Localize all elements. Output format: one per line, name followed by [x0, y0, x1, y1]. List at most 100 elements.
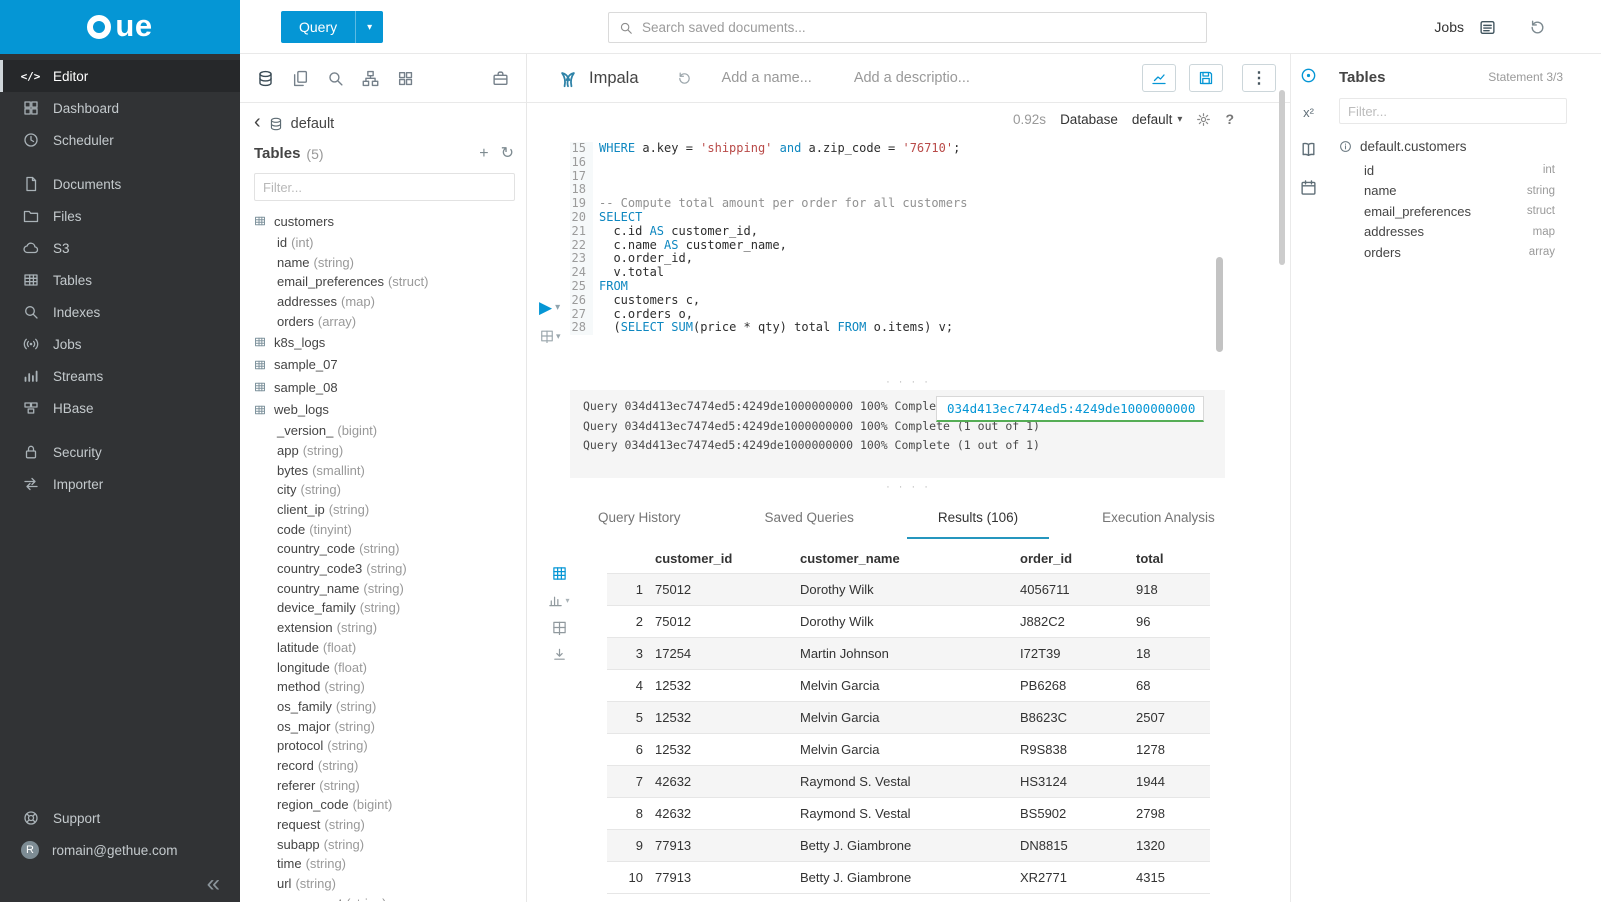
new-query-button[interactable]: Query ▾ [281, 11, 383, 43]
column-item-record[interactable]: record(string) [254, 756, 514, 776]
column-item-url[interactable]: url(string) [254, 874, 514, 894]
query-id-tooltip[interactable]: 034d413ec7474ed5:4249de1000000000 [936, 396, 1204, 422]
sidebar-item-scheduler[interactable]: Scheduler [0, 124, 240, 156]
table-row[interactable]: 1077913Betty J. GiambroneXR27714315 [607, 862, 1210, 894]
global-search-bar[interactable] [608, 12, 1207, 43]
sidebar-item-tables[interactable]: Tables [0, 264, 240, 296]
editor-scrollbar[interactable] [1216, 257, 1223, 352]
sidebar-item-files[interactable]: Files [0, 200, 240, 232]
table-item-customers[interactable]: customers [254, 210, 514, 233]
column-item-referer[interactable]: referer(string) [254, 775, 514, 795]
add-table-icon[interactable]: + [479, 146, 488, 162]
column-item-orders[interactable]: orders(array) [254, 311, 514, 331]
column-item-request[interactable]: request(string) [254, 815, 514, 835]
column-item-longitude[interactable]: longitude(float) [254, 657, 514, 677]
query-name-input[interactable]: Add a name... [722, 70, 812, 86]
save-button[interactable] [1189, 64, 1223, 92]
refresh-tables-icon[interactable]: ↻ [501, 146, 514, 162]
column-item-user-agent[interactable]: user_agent(string) [254, 893, 514, 901]
sidebar-item-dashboard[interactable]: Dashboard [0, 92, 240, 124]
column-item-city[interactable]: city(string) [254, 480, 514, 500]
sql-editor[interactable]: ▶ ▾ ▾ 15WHERE a.key = 'shipping' and a.z… [527, 135, 1290, 373]
history-icon[interactable] [1529, 19, 1546, 36]
language-reference-icon[interactable] [1300, 141, 1317, 158]
column-header-customer-id[interactable]: customer_id [649, 543, 794, 574]
sidebar-item-jobs[interactable]: Jobs [0, 328, 240, 360]
tab-execution-analysis[interactable]: Execution Analysis [1071, 510, 1246, 539]
database-select[interactable]: default ▾ [1132, 112, 1183, 127]
column-item-email-preferences[interactable]: email_preferences(struct) [254, 272, 514, 292]
column-item-region-code[interactable]: region_code(bigint) [254, 795, 514, 815]
column-item-app[interactable]: app(string) [254, 441, 514, 461]
chart-view-icon[interactable]: ▾ [548, 593, 569, 608]
column-item-latitude[interactable]: latitude(float) [254, 638, 514, 658]
download-results-icon[interactable] [552, 647, 567, 662]
right-column-item-orders[interactable]: ordersarray [1326, 242, 1601, 263]
sidebar-item-support[interactable]: Support [0, 802, 240, 834]
jobs-list-icon[interactable] [1479, 19, 1496, 36]
table-item-k8s-logs[interactable]: k8s_logs [254, 331, 514, 354]
main-scrollbar[interactable] [1279, 90, 1285, 265]
right-column-item-name[interactable]: namestring [1326, 181, 1601, 202]
functions-icon[interactable]: x² [1303, 105, 1314, 120]
query-description-input[interactable]: Add a descriptio... [854, 70, 972, 86]
table-item-sample-08[interactable]: sample_08 [254, 376, 514, 399]
execute-options-caret-icon[interactable]: ▾ [555, 302, 560, 313]
table-row[interactable]: 512532Melvin GarciaB8623C2507 [607, 702, 1210, 734]
table-item-web-logs[interactable]: web_logs [254, 398, 514, 421]
back-chevron-icon[interactable]: ‹ [254, 112, 261, 132]
sidebar-item-security[interactable]: Security [0, 436, 240, 468]
table-item-sample-07[interactable]: sample_07 [254, 353, 514, 376]
column-item-method[interactable]: method(string) [254, 677, 514, 697]
tab-results-106[interactable]: Results (106) [907, 510, 1049, 539]
resize-handle-top[interactable] [527, 373, 1290, 390]
table-row[interactable]: 977913Betty J. GiambroneDN88151320 [607, 830, 1210, 862]
hue-logo[interactable]: ue [0, 0, 240, 54]
column-item-code[interactable]: code(tinyint) [254, 519, 514, 539]
table-row[interactable]: 317254Martin JohnsonI72T3918 [607, 638, 1210, 670]
column-item-device-family[interactable]: device_family(string) [254, 598, 514, 618]
sidebar-item-s3[interactable]: S3 [0, 232, 240, 264]
column-item-addresses[interactable]: addresses(map) [254, 292, 514, 312]
tab-saved-queries[interactable]: Saved Queries [734, 510, 885, 539]
active-table-item[interactable]: default.customers [1326, 139, 1601, 154]
column-item-country-name[interactable]: country_name(string) [254, 578, 514, 598]
settings-gear-icon[interactable] [1196, 112, 1211, 127]
table-row[interactable]: 412532Melvin GarciaPB626868 [607, 670, 1210, 702]
sidebar-item-documents[interactable]: Documents [0, 168, 240, 200]
resize-handle-bottom[interactable] [527, 478, 1290, 495]
column-item-os-major[interactable]: os_major(string) [254, 716, 514, 736]
search-input[interactable] [642, 20, 1196, 35]
right-filter-input[interactable] [1339, 98, 1567, 124]
sidebar-item-importer[interactable]: Importer [0, 468, 240, 500]
sidebar-item-editor[interactable]: </>Editor [0, 60, 240, 92]
column-item-id[interactable]: id(int) [254, 233, 514, 253]
column-item-protocol[interactable]: protocol(string) [254, 736, 514, 756]
sidebar-item-streams[interactable]: Streams [0, 360, 240, 392]
chart-button[interactable] [1142, 64, 1176, 92]
jobs-link[interactable]: Jobs [1434, 19, 1464, 35]
table-row[interactable]: 275012Dorothy WilkJ882C296 [607, 606, 1210, 638]
tab-query-history[interactable]: Query History [567, 510, 712, 539]
column-item-extension[interactable]: extension(string) [254, 618, 514, 638]
right-column-item-id[interactable]: idint [1326, 160, 1601, 181]
column-item-name[interactable]: name(string) [254, 252, 514, 272]
more-actions-button[interactable]: ⋮ [1242, 64, 1276, 92]
database-breadcrumb[interactable]: ‹ default [254, 115, 514, 132]
table-row[interactable]: 742632Raymond S. VestalHS31241944 [607, 766, 1210, 798]
column-header-total[interactable]: total [1130, 543, 1210, 574]
help-icon[interactable]: ? [1225, 111, 1234, 127]
schedule-icon[interactable] [1300, 179, 1317, 196]
column-item-subapp[interactable]: subapp(string) [254, 834, 514, 854]
column-item-country-code3[interactable]: country_code3(string) [254, 559, 514, 579]
column-header-order-id[interactable]: order_id [1014, 543, 1130, 574]
editor-format-icon[interactable]: ▾ [540, 329, 561, 343]
grid-view-icon[interactable] [552, 566, 567, 581]
column-header-customer-name[interactable]: customer_name [794, 543, 1014, 574]
apps-grid-icon[interactable] [397, 70, 414, 87]
zoom-icon[interactable] [327, 70, 344, 87]
sql-sources-icon[interactable] [257, 70, 274, 87]
column-item-time[interactable]: time(string) [254, 854, 514, 874]
sidebar-item-hbase[interactable]: HBase [0, 392, 240, 424]
briefcase-icon[interactable] [492, 70, 509, 87]
